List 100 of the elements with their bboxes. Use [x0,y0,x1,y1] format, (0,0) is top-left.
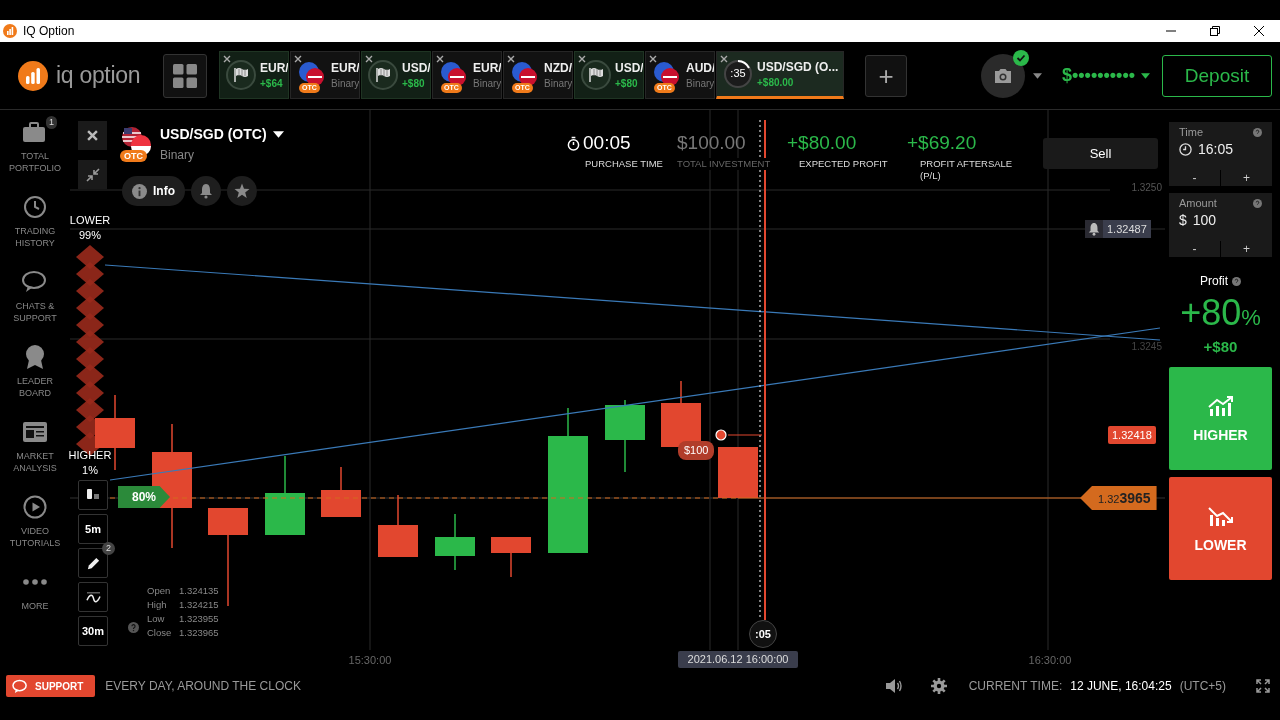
increase-button[interactable]: + [1221,241,1272,257]
asset-pair: USD/ [615,60,643,75]
camera-icon [992,67,1013,84]
newspaper-icon [23,422,47,442]
time-axis-label: 15:30:00 [347,654,393,666]
sidebar-label: LEADER BOARD [16,375,54,399]
asset-subtitle: +$80.00 [757,76,795,88]
camera-button[interactable] [980,53,1025,98]
collapse-icon [85,167,100,182]
asset-tab[interactable]: EUR/ +$64 [219,50,289,99]
settings-icon[interactable] [930,678,947,694]
current-time: 12 JUNE, 16:04:25 [1070,679,1172,693]
close-icon[interactable] [436,54,444,63]
sidebar-item[interactable]: VIDEO TUTORIALS [3,493,67,568]
asset-tab[interactable]: :35 USD/SGD (O... +$80.00 [716,50,844,99]
app-icon [3,24,17,38]
sidebar-label: MARKET ANALYSIS [12,450,58,474]
collapse-button[interactable] [78,160,107,189]
caret-icon[interactable] [1032,72,1042,79]
asset-tab[interactable]: USD/ +$80 [361,50,431,99]
close-icon[interactable] [223,54,231,63]
candle [435,513,475,571]
stat-label: TOTAL INVESTMENT [677,158,771,170]
stat-value: +$80.00 [787,132,857,154]
sound-icon[interactable] [884,678,903,694]
info-button[interactable]: Info [122,176,185,206]
asset-subtitle: +$80 [402,77,426,89]
drawing-tools-button[interactable] [78,548,108,578]
ohlc-label: Close [147,626,173,640]
current-time-label: CURRENT TIME: [968,679,1063,693]
candle [378,494,418,558]
sentiment-label: LOWER [69,213,111,228]
flag-icon [581,59,611,90]
sidebar-item[interactable]: LEADER BOARD [3,343,67,418]
play-icon [23,495,47,519]
deposit-button[interactable]: Deposit [1162,54,1272,97]
profit-label: Profit [1200,274,1228,288]
ohlc-value: 1.323955 [179,612,219,626]
timeframe-button[interactable]: 30m [78,616,108,646]
sidebar-item[interactable]: CHATS & SUPPORT [3,268,67,343]
lower-button[interactable]: LOWER [1169,477,1272,580]
alert-button[interactable] [191,176,221,206]
help-icon [1232,276,1241,286]
decrease-button[interactable]: - [1169,241,1220,257]
star-icon [234,183,250,199]
asset-tab[interactable]: USD/ +$80 [574,50,644,99]
support-tagline: EVERY DAY, AROUND THE CLOCK [105,679,301,693]
flag-icon [226,59,256,90]
favorite-button[interactable] [227,176,257,206]
time-field[interactable]: Time 16:05 [1169,122,1272,170]
sentiment-value: 1% [82,463,98,478]
close-icon[interactable] [294,54,302,63]
sidebar-item[interactable]: TRADING HISTORY [3,193,67,268]
sidebar-item[interactable]: 1 TOTAL PORTFOLIO [3,118,67,193]
timeframe-button[interactable]: 5m [78,514,108,544]
time-axis-label: 2021.06.12 16:00:00 [678,651,798,668]
restore-icon[interactable] [1210,26,1220,36]
close-icon[interactable] [365,54,373,63]
asset-subtitle: +$80 [615,77,639,89]
increase-button[interactable]: + [1221,170,1272,186]
logo-icon [18,60,48,91]
apps-button[interactable] [163,53,207,98]
asset-subtitle: Binary [331,77,359,89]
flag-icon [368,59,398,90]
close-icon[interactable] [578,54,586,63]
logo-text: iq option [56,62,141,89]
close-icon[interactable] [507,54,515,63]
decrease-button[interactable]: - [1169,170,1220,186]
stat-value: 00:05 [583,132,631,154]
ohlc-label: High [147,598,168,612]
close-chart-button[interactable] [78,121,107,150]
close-icon[interactable] [1254,26,1264,36]
profit-percent: +80 [1180,292,1242,334]
sentiment-value: 99% [79,228,101,243]
chat-icon [22,270,48,294]
pencil-icon [85,555,101,571]
asset-selector[interactable]: USD/SGD (OTC) [160,126,284,142]
sell-button[interactable]: Sell [1043,138,1158,169]
wave-icon [84,590,102,604]
help-icon [1253,198,1262,208]
ohlc-label: Low [147,612,166,626]
amount-field[interactable]: Amount $ 100 [1169,193,1272,241]
percent-sign: % [1241,305,1261,331]
balance-dropdown[interactable]: $•••••••••• [1061,65,1150,86]
support-button[interactable]: SUPPORT [6,675,96,697]
chart-type-button[interactable] [78,480,108,510]
countdown-text: :35 [729,66,747,79]
close-icon[interactable] [649,54,657,63]
sidebar-item[interactable]: MORE [3,568,67,643]
close-icon[interactable] [720,54,728,63]
asset-pair: EUR/ [473,60,501,75]
asset-subtitle: Binary [544,77,572,89]
ohlc-label: Open [147,584,172,598]
sidebar-item[interactable]: MARKET ANALYSIS [3,418,67,493]
check-badge-icon [1012,49,1029,66]
fullscreen-icon[interactable] [1256,679,1270,693]
asset-pair: NZD/ [544,60,572,75]
briefcase-icon [22,121,48,143]
add-tab-button[interactable]: + [865,54,907,97]
indicators-button[interactable] [78,582,108,612]
